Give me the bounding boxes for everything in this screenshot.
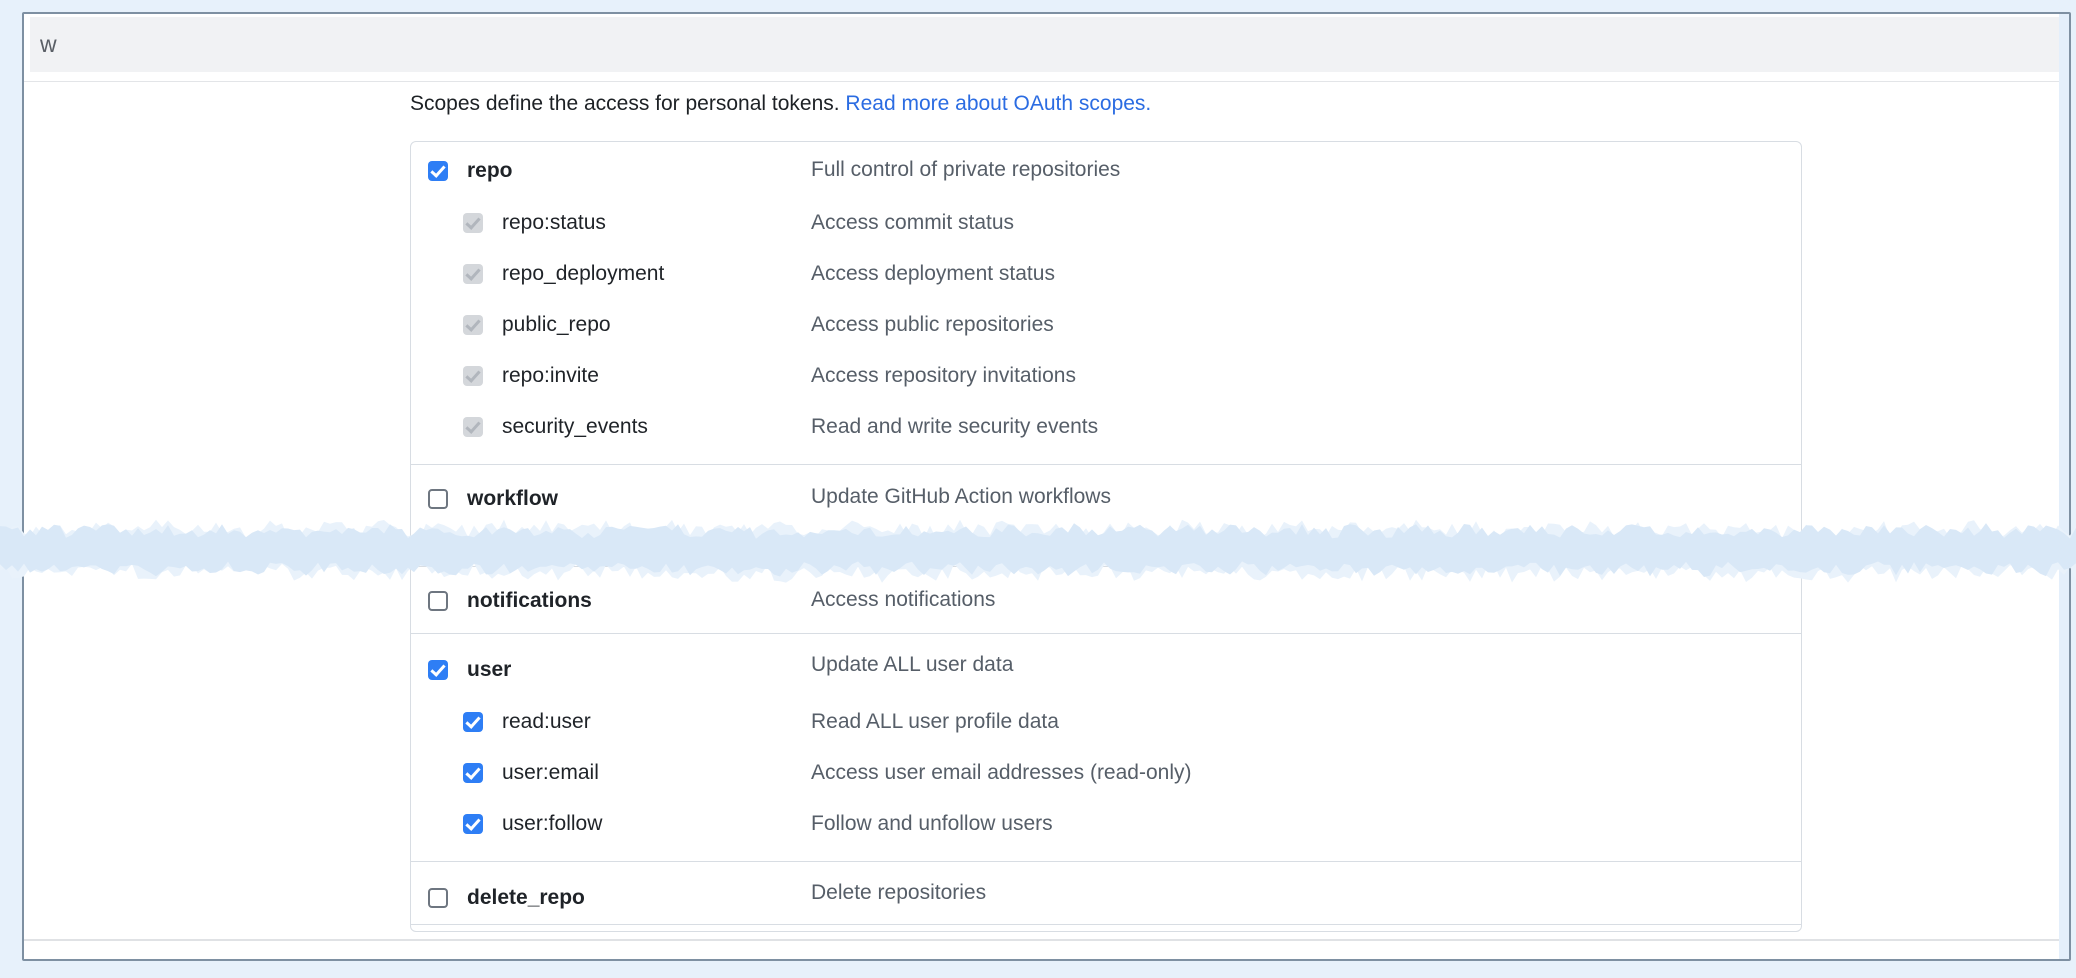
scope-description-workflow: Update GitHub Action workflows bbox=[811, 483, 1111, 511]
content-cut-line bbox=[24, 939, 2059, 941]
checkbox-user[interactable] bbox=[428, 660, 448, 680]
scope-label-user-email: user:email bbox=[502, 759, 599, 787]
checkbox-repo-status bbox=[463, 213, 483, 233]
scope-label-repo: repo bbox=[467, 157, 513, 185]
scope-row-read-user: read:user Read ALL user profile data bbox=[411, 696, 1801, 747]
scope-description-repo-deployment: Access deployment status bbox=[811, 260, 1055, 288]
scope-description-repo: Full control of private repositories bbox=[811, 156, 1120, 184]
scope-row-security-events: security_events Read and write security e… bbox=[411, 401, 1801, 452]
checkbox-public-repo bbox=[463, 315, 483, 335]
toolbar-text: w bbox=[40, 31, 57, 58]
scope-label-user-follow: user:follow bbox=[502, 810, 602, 838]
scope-group-notifications: notifications Access notifications bbox=[411, 566, 1801, 633]
scope-description-user-follow: Follow and unfollow users bbox=[811, 810, 1053, 838]
scope-row-user-email: user:email Access user email addresses (r… bbox=[411, 747, 1801, 798]
scope-description-delete-repo: Delete repositories bbox=[811, 879, 986, 907]
scope-row-notifications: notifications Access notifications bbox=[411, 567, 1801, 633]
scope-label-public-repo: public_repo bbox=[502, 311, 611, 339]
checkbox-security-events bbox=[463, 417, 483, 437]
scope-group-repo: repo Full control of private repositories… bbox=[411, 142, 1801, 464]
scope-label-read-user: read:user bbox=[502, 708, 591, 736]
scope-label-repo-status: repo:status bbox=[502, 209, 606, 237]
token-scopes-page: Scopes define the access for personal to… bbox=[410, 90, 1805, 932]
checkbox-repo[interactable] bbox=[428, 161, 448, 181]
window-right-gutter bbox=[2059, 14, 2069, 959]
scope-description-user-email: Access user email addresses (read-only) bbox=[811, 759, 1191, 787]
scope-label-repo-deployment: repo_deployment bbox=[502, 260, 664, 288]
checkbox-repo-deployment bbox=[463, 264, 483, 284]
browser-window: w Scopes define the access for personal … bbox=[22, 12, 2071, 961]
scope-group-delete-repo: delete_repo Delete repositories bbox=[411, 861, 1801, 924]
scope-label-workflow: workflow bbox=[467, 485, 558, 513]
checkbox-repo-invite bbox=[463, 366, 483, 386]
checkbox-workflow[interactable] bbox=[428, 489, 448, 509]
torn-gap-spacer bbox=[411, 528, 1801, 566]
scope-group-user: user Update ALL user data read:user Read AL… bbox=[411, 633, 1801, 861]
scopes-intro: Scopes define the access for personal to… bbox=[410, 90, 1805, 118]
checkbox-user-follow[interactable] bbox=[463, 814, 483, 834]
scope-description-repo-status: Access commit status bbox=[811, 209, 1014, 237]
scope-description-security-events: Read and write security events bbox=[811, 413, 1098, 441]
scope-description-read-user: Read ALL user profile data bbox=[811, 708, 1059, 736]
scope-row-repo-invite: repo:invite Access repository invitations bbox=[411, 350, 1801, 401]
scope-row-user: user Update ALL user data bbox=[411, 634, 1801, 696]
scopes-intro-text: Scopes define the access for personal to… bbox=[410, 92, 845, 115]
scope-label-security-events: security_events bbox=[502, 413, 648, 441]
scope-group-clipped bbox=[411, 924, 1801, 931]
scope-label-notifications: notifications bbox=[467, 587, 592, 615]
scope-row-delete-repo: delete_repo Delete repositories bbox=[411, 862, 1801, 924]
checkbox-notifications[interactable] bbox=[428, 591, 448, 611]
checkbox-read-user[interactable] bbox=[463, 712, 483, 732]
scope-row-public-repo: public_repo Access public repositories bbox=[411, 299, 1801, 350]
scope-row-repo-deployment: repo_deployment Access deployment status bbox=[411, 248, 1801, 299]
scope-row-user-follow: user:follow Follow and unfollow users bbox=[411, 798, 1801, 849]
scope-label-repo-invite: repo:invite bbox=[502, 362, 599, 390]
scopes-card: repo Full control of private repositories… bbox=[410, 141, 1802, 932]
scope-group-workflow: workflow Update GitHub Action workflows bbox=[411, 464, 1801, 528]
scope-label-user: user bbox=[467, 656, 511, 684]
scope-description-notifications: Access notifications bbox=[811, 586, 995, 614]
scope-description-repo-invite: Access repository invitations bbox=[811, 362, 1076, 390]
checkbox-delete-repo[interactable] bbox=[428, 888, 448, 908]
browser-toolbar[interactable]: w bbox=[30, 17, 2059, 72]
oauth-scopes-link[interactable]: Read more about OAuth scopes. bbox=[845, 92, 1151, 115]
checkbox-user-email[interactable] bbox=[463, 763, 483, 783]
scope-label-delete-repo: delete_repo bbox=[467, 884, 585, 912]
toolbar-divider bbox=[24, 81, 2059, 82]
scope-row-workflow: workflow Update GitHub Action workflows bbox=[411, 465, 1801, 528]
scope-description-public-repo: Access public repositories bbox=[811, 311, 1054, 339]
scope-row-repo-status: repo:status Access commit status bbox=[411, 197, 1801, 248]
scope-row-repo: repo Full control of private repositories bbox=[411, 142, 1801, 197]
scope-description-user: Update ALL user data bbox=[811, 651, 1013, 679]
